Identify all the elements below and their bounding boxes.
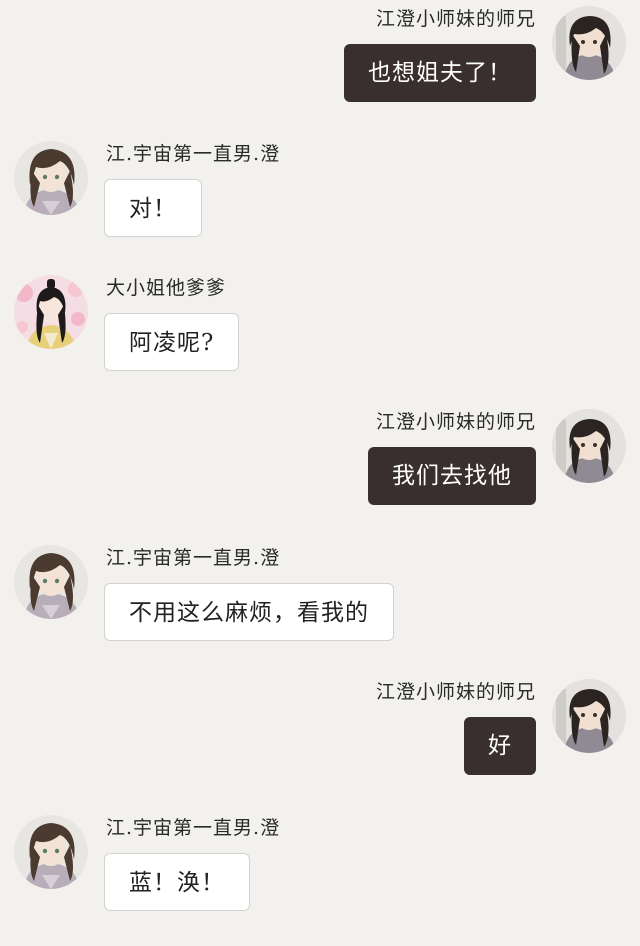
avatar[interactable]: [14, 545, 88, 619]
chat-conversation: 江澄小师妹的师兄 也想姐夫了！ 江.宇宙第一直男.澄 对！ 大小姐他爹爹 阿凌呢…: [0, 0, 640, 946]
sender-name: 江.宇宙第一直男.澄: [106, 143, 281, 165]
sender-name: 江澄小师妹的师兄: [375, 681, 536, 703]
message-bubble[interactable]: 对！: [104, 179, 202, 237]
dark-haired-man-avatar-icon: [552, 679, 626, 753]
sender-name: 江.宇宙第一直男.澄: [106, 817, 281, 839]
message-bubble[interactable]: 阿凌呢?: [104, 313, 240, 371]
dark-haired-man-avatar-icon: [552, 409, 626, 483]
anime-man-pink-flowers-avatar-icon: [14, 275, 88, 349]
sender-name: 江澄小师妹的师兄: [375, 8, 536, 30]
anime-man-avatar-icon: [14, 545, 88, 619]
avatar[interactable]: [552, 409, 626, 483]
sender-name: 大小姐他爹爹: [106, 277, 227, 299]
message-bubble[interactable]: 蓝！涣！: [104, 853, 250, 911]
message-bubble[interactable]: 我们去找他: [368, 447, 536, 505]
sender-name: 江.宇宙第一直男.澄: [106, 547, 281, 569]
avatar[interactable]: [14, 141, 88, 215]
avatar[interactable]: [552, 679, 626, 753]
anime-man-avatar-icon: [14, 815, 88, 889]
message-bubble[interactable]: 也想姐夫了！: [344, 44, 536, 102]
anime-man-avatar-icon: [14, 141, 88, 215]
avatar[interactable]: [14, 815, 88, 889]
message-bubble[interactable]: 好: [464, 717, 536, 775]
sender-name: 江澄小师妹的师兄: [375, 411, 536, 433]
avatar[interactable]: [552, 6, 626, 80]
dark-haired-man-avatar-icon: [552, 6, 626, 80]
message-bubble[interactable]: 不用这么麻烦，看我的: [104, 583, 394, 641]
avatar[interactable]: [14, 275, 88, 349]
